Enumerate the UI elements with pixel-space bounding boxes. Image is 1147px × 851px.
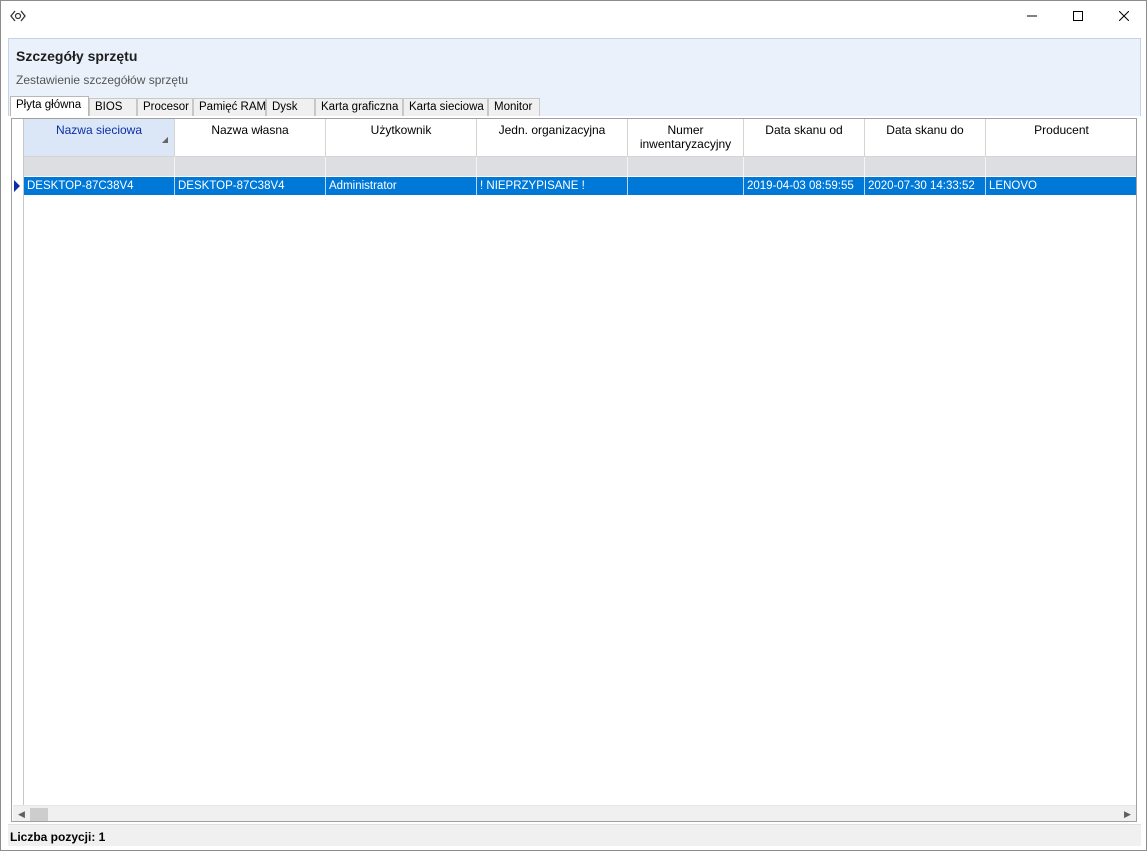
title-bar[interactable] xyxy=(1,1,1146,31)
app-window: Szczegóły sprzętu Zestawienie szczegółów… xyxy=(0,0,1147,851)
tab-procesor[interactable]: Procesor xyxy=(137,98,193,116)
column-header-numer-inwentaryzacyjny[interactable]: Numer inwentaryzacyjny xyxy=(628,119,744,157)
tab-strip: Płyta główna BIOS Procesor Pamięć RAM Dy… xyxy=(8,96,1141,116)
table-cell[interactable]: 2020-07-30 14:33:52 xyxy=(865,177,986,195)
filter-cell-data-skanu-do[interactable] xyxy=(865,157,986,176)
close-button[interactable] xyxy=(1101,1,1147,31)
scroll-right-arrow-icon[interactable]: ▶ xyxy=(1119,806,1136,821)
table-cell[interactable]: LENOVO xyxy=(986,177,1136,195)
table-cell[interactable]: DESKTOP-87C38V4 xyxy=(24,177,175,195)
data-grid[interactable]: Nazwa sieciowa ◢ Nazwa własna Użytkownik… xyxy=(11,118,1137,822)
horizontal-scrollbar[interactable]: ◀ ▶ xyxy=(13,805,1136,821)
tab-dysk[interactable]: Dysk xyxy=(266,98,315,116)
tab-karta-graficzna[interactable]: Karta graficzna xyxy=(315,98,403,116)
header-panel: Szczegóły sprzętu Zestawienie szczegółów… xyxy=(8,38,1141,96)
table-cell[interactable]: ! NIEPRZYPISANE ! xyxy=(477,177,628,195)
table-cell[interactable]: Administrator xyxy=(326,177,477,195)
column-header-data-skanu-do[interactable]: Data skanu do xyxy=(865,119,986,157)
close-icon xyxy=(1119,11,1129,21)
tab-monitor[interactable]: Monitor xyxy=(488,98,540,116)
table-cell[interactable]: 2019-04-03 08:59:55 xyxy=(744,177,865,195)
app-logo-icon xyxy=(10,9,26,23)
current-row-indicator-icon xyxy=(14,180,20,192)
column-header-uzytkownik[interactable]: Użytkownik xyxy=(326,119,477,157)
tab-bios[interactable]: BIOS xyxy=(89,98,137,116)
page-subtitle: Zestawienie szczegółów sprzętu xyxy=(16,73,189,87)
filter-cell-numer-inwentaryzacyjny[interactable] xyxy=(628,157,744,176)
maximize-button[interactable] xyxy=(1055,1,1101,31)
table-cell[interactable] xyxy=(628,177,744,195)
column-header-jedn-organizacyjna[interactable]: Jedn. organizacyjna xyxy=(477,119,628,157)
column-header-producent[interactable]: Producent xyxy=(986,119,1136,157)
filter-cell-jedn-organizacyjna[interactable] xyxy=(477,157,628,176)
filter-cell-nazwa-wlasna[interactable] xyxy=(175,157,326,176)
item-count-label: Liczba pozycji: 1 xyxy=(10,830,106,844)
filter-cell-uzytkownik[interactable] xyxy=(326,157,477,176)
sort-ascending-icon: ◢ xyxy=(161,135,168,144)
scroll-left-arrow-icon[interactable]: ◀ xyxy=(13,806,30,821)
status-bar: Liczba pozycji: 1 xyxy=(8,824,1141,846)
page-title: Szczegóły sprzętu xyxy=(16,48,138,64)
tab-plyta-glowna[interactable]: Płyta główna xyxy=(10,96,89,116)
tab-karta-sieciowa[interactable]: Karta sieciowa xyxy=(403,98,488,116)
filter-cell-data-skanu-od[interactable] xyxy=(744,157,865,176)
column-header-nazwa-wlasna[interactable]: Nazwa własna xyxy=(175,119,326,157)
scrollbar-thumb[interactable] xyxy=(30,808,48,821)
minimize-icon xyxy=(1027,15,1037,17)
minimize-button[interactable] xyxy=(1009,1,1055,31)
filter-cell-nazwa-sieciowa[interactable] xyxy=(24,157,175,176)
table-cell[interactable]: DESKTOP-87C38V4 xyxy=(175,177,326,195)
tab-pamiec-ram[interactable]: Pamięć RAM xyxy=(193,98,266,116)
maximize-icon xyxy=(1073,11,1083,21)
column-header-nazwa-sieciowa[interactable]: Nazwa sieciowa ◢ xyxy=(24,119,175,157)
column-header-label: Nazwa sieciowa xyxy=(55,123,143,137)
row-header-column xyxy=(12,119,24,805)
filter-cell-producent[interactable] xyxy=(986,157,1136,176)
column-header-data-skanu-od[interactable]: Data skanu od xyxy=(744,119,865,157)
